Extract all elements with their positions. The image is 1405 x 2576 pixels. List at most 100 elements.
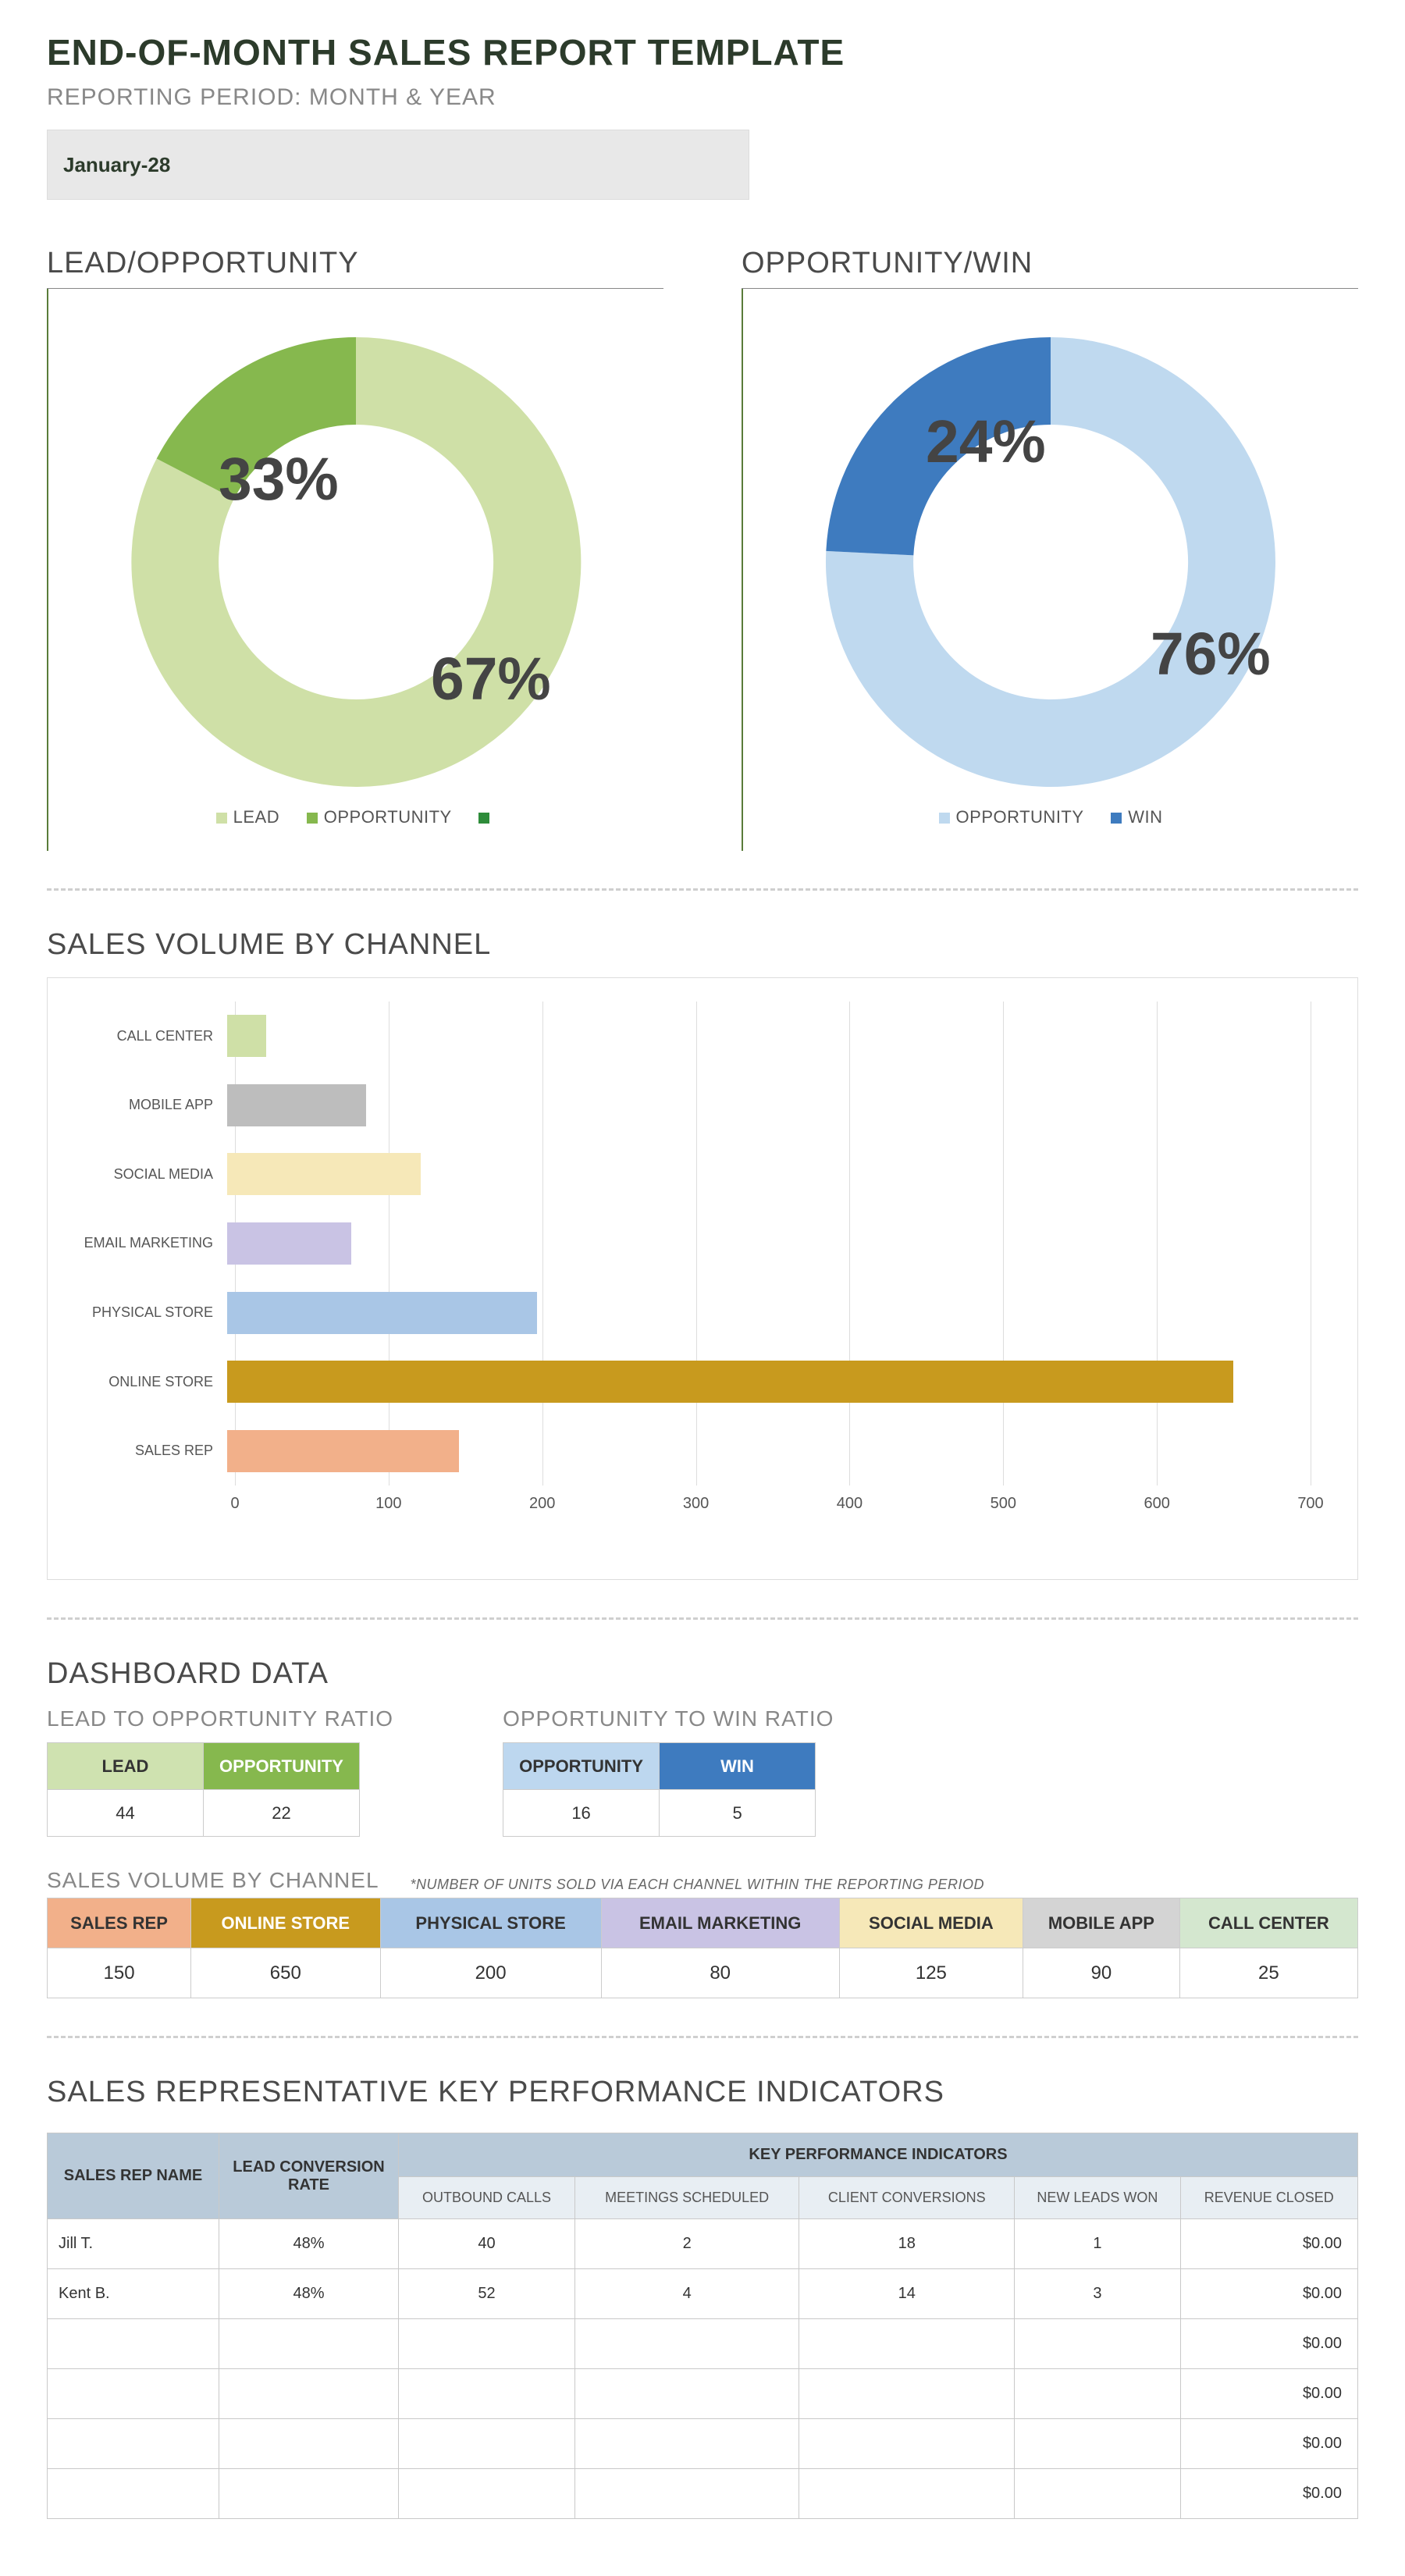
table-header: LEAD CONVERSION RATE <box>219 2133 399 2219</box>
x-tick-label: 700 <box>1297 1495 1323 1513</box>
table-cell <box>799 2319 1015 2369</box>
table-cell <box>575 2369 799 2419</box>
table-cell: $0.00 <box>1180 2419 1357 2469</box>
table-row: Kent B.48%524143$0.00 <box>48 2269 1358 2319</box>
table-cell <box>48 2319 219 2369</box>
table-cell <box>399 2369 575 2419</box>
bar <box>227 1292 537 1334</box>
donut-label-opportunity: 33% <box>219 446 339 513</box>
table-cell: 1 <box>1015 2219 1180 2269</box>
table-cell <box>1015 2319 1180 2369</box>
table-cell: 2 <box>575 2219 799 2269</box>
table-cell <box>399 2469 575 2519</box>
table-cell <box>1015 2469 1180 2519</box>
table-cell <box>799 2419 1015 2469</box>
table-cell: $0.00 <box>1180 2269 1357 2319</box>
bar-category-label: SOCIAL MEDIA <box>71 1166 227 1183</box>
legend-swatch <box>216 813 227 824</box>
page-subtitle: REPORTING PERIOD: MONTH & YEAR <box>47 84 1358 111</box>
x-tick-label: 600 <box>1144 1495 1169 1513</box>
table-cell: 44 <box>48 1790 204 1837</box>
sales-volume-by-channel-title: SALES VOLUME BY CHANNEL <box>47 928 1358 962</box>
legend-swatch <box>1111 813 1122 824</box>
divider <box>47 888 1358 891</box>
table-cell <box>575 2319 799 2369</box>
table-header: OPPORTUNITY <box>204 1743 360 1790</box>
kpi-title: SALES REPRESENTATIVE KEY PERFORMANCE IND… <box>47 2076 1358 2109</box>
table-subheader: NEW LEADS WON <box>1015 2177 1180 2219</box>
x-tick-label: 100 <box>375 1495 401 1513</box>
kpi-table: SALES REP NAME LEAD CONVERSION RATE KEY … <box>47 2133 1358 2519</box>
donut-label-win: 24% <box>926 408 1046 475</box>
legend-label: LEAD <box>233 807 279 827</box>
table-cell: 22 <box>204 1790 360 1837</box>
table-cell: 5 <box>660 1790 816 1837</box>
opportunity-win-title: OPPORTUNITY/WIN <box>742 247 1358 280</box>
sales-volume-by-channel-table: SALES REPONLINE STOREPHYSICAL STOREEMAIL… <box>47 1898 1358 1998</box>
table-cell <box>48 2469 219 2519</box>
x-tick-label: 200 <box>529 1495 555 1513</box>
bar-category-label: PHYSICAL STORE <box>71 1304 227 1321</box>
table-cell: 200 <box>380 1948 601 1998</box>
donut-label-lead: 67% <box>431 646 551 713</box>
table-cell: 4 <box>575 2269 799 2319</box>
reporting-period-field[interactable]: January-28 <box>47 130 749 200</box>
bar <box>227 1222 351 1265</box>
table-header: SOCIAL MEDIA <box>839 1898 1023 1948</box>
table-cell: Jill T. <box>48 2219 219 2269</box>
table-header: EMAIL MARKETING <box>601 1898 839 1948</box>
table-header: CALL CENTER <box>1179 1898 1357 1948</box>
table-cell: 25 <box>1179 1948 1357 1998</box>
bar-category-label: EMAIL MARKETING <box>71 1235 227 1251</box>
table-cell <box>1015 2369 1180 2419</box>
table-cell: 80 <box>601 1948 839 1998</box>
table-header: SALES REP <box>48 1898 191 1948</box>
bar <box>227 1015 266 1057</box>
table-cell <box>219 2419 399 2469</box>
table-subheader: CLIENT CONVERSIONS <box>799 2177 1015 2219</box>
table-header: PHYSICAL STORE <box>380 1898 601 1948</box>
page-title: END-OF-MONTH SALES REPORT TEMPLATE <box>47 31 1358 73</box>
lead-to-opportunity-ratio-title: LEAD TO OPPORTUNITY RATIO <box>47 1706 393 1731</box>
table-cell: 16 <box>503 1790 660 1837</box>
opportunity-win-legend: OPPORTUNITY WIN <box>743 806 1358 827</box>
legend-swatch <box>478 813 489 824</box>
bar-category-label: ONLINE STORE <box>71 1374 227 1390</box>
table-cell <box>399 2319 575 2369</box>
legend-swatch <box>307 813 318 824</box>
bar <box>227 1430 459 1472</box>
x-tick-label: 400 <box>837 1495 863 1513</box>
legend-label: OPPORTUNITY <box>956 807 1084 827</box>
sales-volume-by-channel-subtitle: SALES VOLUME BY CHANNEL <box>47 1868 379 1893</box>
lead-opportunity-donut: 33% 67% <box>106 312 606 812</box>
table-cell: 3 <box>1015 2269 1180 2319</box>
table-cell: $0.00 <box>1180 2219 1357 2269</box>
table-cell: $0.00 <box>1180 2319 1357 2369</box>
table-header: ONLINE STORE <box>191 1898 381 1948</box>
bar <box>227 1153 421 1195</box>
table-subheader: REVENUE CLOSED <box>1180 2177 1357 2219</box>
sales-volume-note: *NUMBER OF UNITS SOLD VIA EACH CHANNEL W… <box>411 1877 984 1893</box>
divider <box>47 1617 1358 1620</box>
table-cell: 48% <box>219 2269 399 2319</box>
bar <box>227 1361 1233 1403</box>
table-cell: 150 <box>48 1948 191 1998</box>
table-cell <box>575 2469 799 2519</box>
table-header: KEY PERFORMANCE INDICATORS <box>399 2133 1358 2177</box>
table-cell <box>799 2469 1015 2519</box>
opportunity-win-donut: 24% 76% <box>801 312 1300 812</box>
table-cell: 52 <box>399 2269 575 2319</box>
x-tick-label: 300 <box>683 1495 709 1513</box>
table-cell: $0.00 <box>1180 2369 1357 2419</box>
legend-swatch <box>939 813 950 824</box>
table-cell: $0.00 <box>1180 2469 1357 2519</box>
lead-to-opportunity-table: LEAD OPPORTUNITY 44 22 <box>47 1742 360 1837</box>
bar-category-label: MOBILE APP <box>71 1097 227 1113</box>
table-header: MOBILE APP <box>1023 1898 1180 1948</box>
table-subheader: MEETINGS SCHEDULED <box>575 2177 799 2219</box>
table-cell <box>799 2369 1015 2419</box>
legend-label: WIN <box>1128 807 1162 827</box>
opportunity-to-win-ratio-title: OPPORTUNITY TO WIN RATIO <box>503 1706 834 1731</box>
table-cell: 650 <box>191 1948 381 1998</box>
table-row: Jill T.48%402181$0.00 <box>48 2219 1358 2269</box>
